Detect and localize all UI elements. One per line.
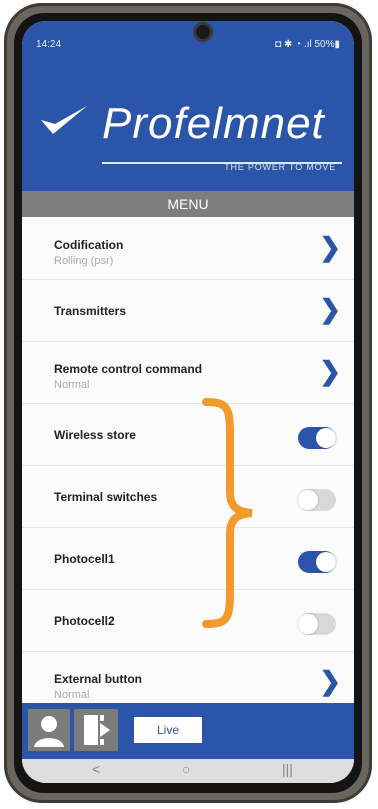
app-header: Profelmnet THE POWER TO MOVE xyxy=(22,55,354,191)
list-item-remote-control-command[interactable]: Remote control command Normal ❯ xyxy=(22,341,354,404)
logo-swoosh-icon xyxy=(41,106,87,134)
terminal-switches-toggle[interactable] xyxy=(298,489,336,511)
item-label: Transmitters xyxy=(54,304,127,318)
list-item-external-button[interactable]: External button Normal ❯ xyxy=(22,651,354,703)
chevron-right-icon[interactable]: ❯ xyxy=(319,358,341,384)
chevron-right-icon[interactable]: ❯ xyxy=(319,296,341,322)
back-nav-button[interactable]: < xyxy=(92,761,100,777)
item-label: Codification xyxy=(54,238,124,252)
item-label: Remote control command xyxy=(54,362,203,376)
list-item-transmitters[interactable]: Transmitters ❯ xyxy=(22,279,354,342)
item-value: Rolling (psr) xyxy=(54,255,114,267)
exit-door-icon xyxy=(84,715,110,745)
user-tab-button[interactable] xyxy=(28,709,70,751)
chevron-right-icon[interactable]: ❯ xyxy=(319,234,341,260)
list-item-codification[interactable]: Codification Rolling (psr) ❯ xyxy=(22,217,354,280)
recents-nav-button[interactable]: ||| xyxy=(282,761,293,777)
item-label: Photocell2 xyxy=(54,614,115,628)
item-label: External button xyxy=(54,672,143,686)
curly-brace-annotation xyxy=(202,398,253,628)
menu-title-bar: MENU xyxy=(22,191,354,217)
chevron-right-icon[interactable]: ❯ xyxy=(319,668,341,694)
item-label: Photocell1 xyxy=(54,552,115,566)
status-bar: 14:24 ◘ ✱ ◔ .ıl 50%▮ xyxy=(22,21,354,55)
status-time: 14:24 xyxy=(36,39,62,50)
user-icon xyxy=(34,716,64,747)
item-value: Normal xyxy=(54,379,90,391)
bottom-toolbar: Live xyxy=(22,703,354,759)
front-camera xyxy=(196,25,210,39)
exit-tab-button[interactable] xyxy=(74,709,118,751)
item-label: Wireless store xyxy=(54,428,136,442)
photocell1-toggle[interactable] xyxy=(298,551,336,573)
home-nav-button[interactable]: ○ xyxy=(182,761,190,777)
live-button[interactable]: Live xyxy=(134,717,202,743)
wireless-store-toggle[interactable] xyxy=(298,427,336,449)
status-icons: ◘ ✱ ◔ .ıl 50%▮ xyxy=(275,39,340,50)
photocell2-toggle[interactable] xyxy=(298,613,336,635)
system-nav-bar: < ○ ||| xyxy=(22,759,354,783)
item-value: Normal xyxy=(54,689,90,701)
app-logo: Profelmnet xyxy=(102,99,325,148)
item-label: Terminal switches xyxy=(54,490,158,504)
tagline: THE POWER TO MOVE xyxy=(224,162,336,172)
